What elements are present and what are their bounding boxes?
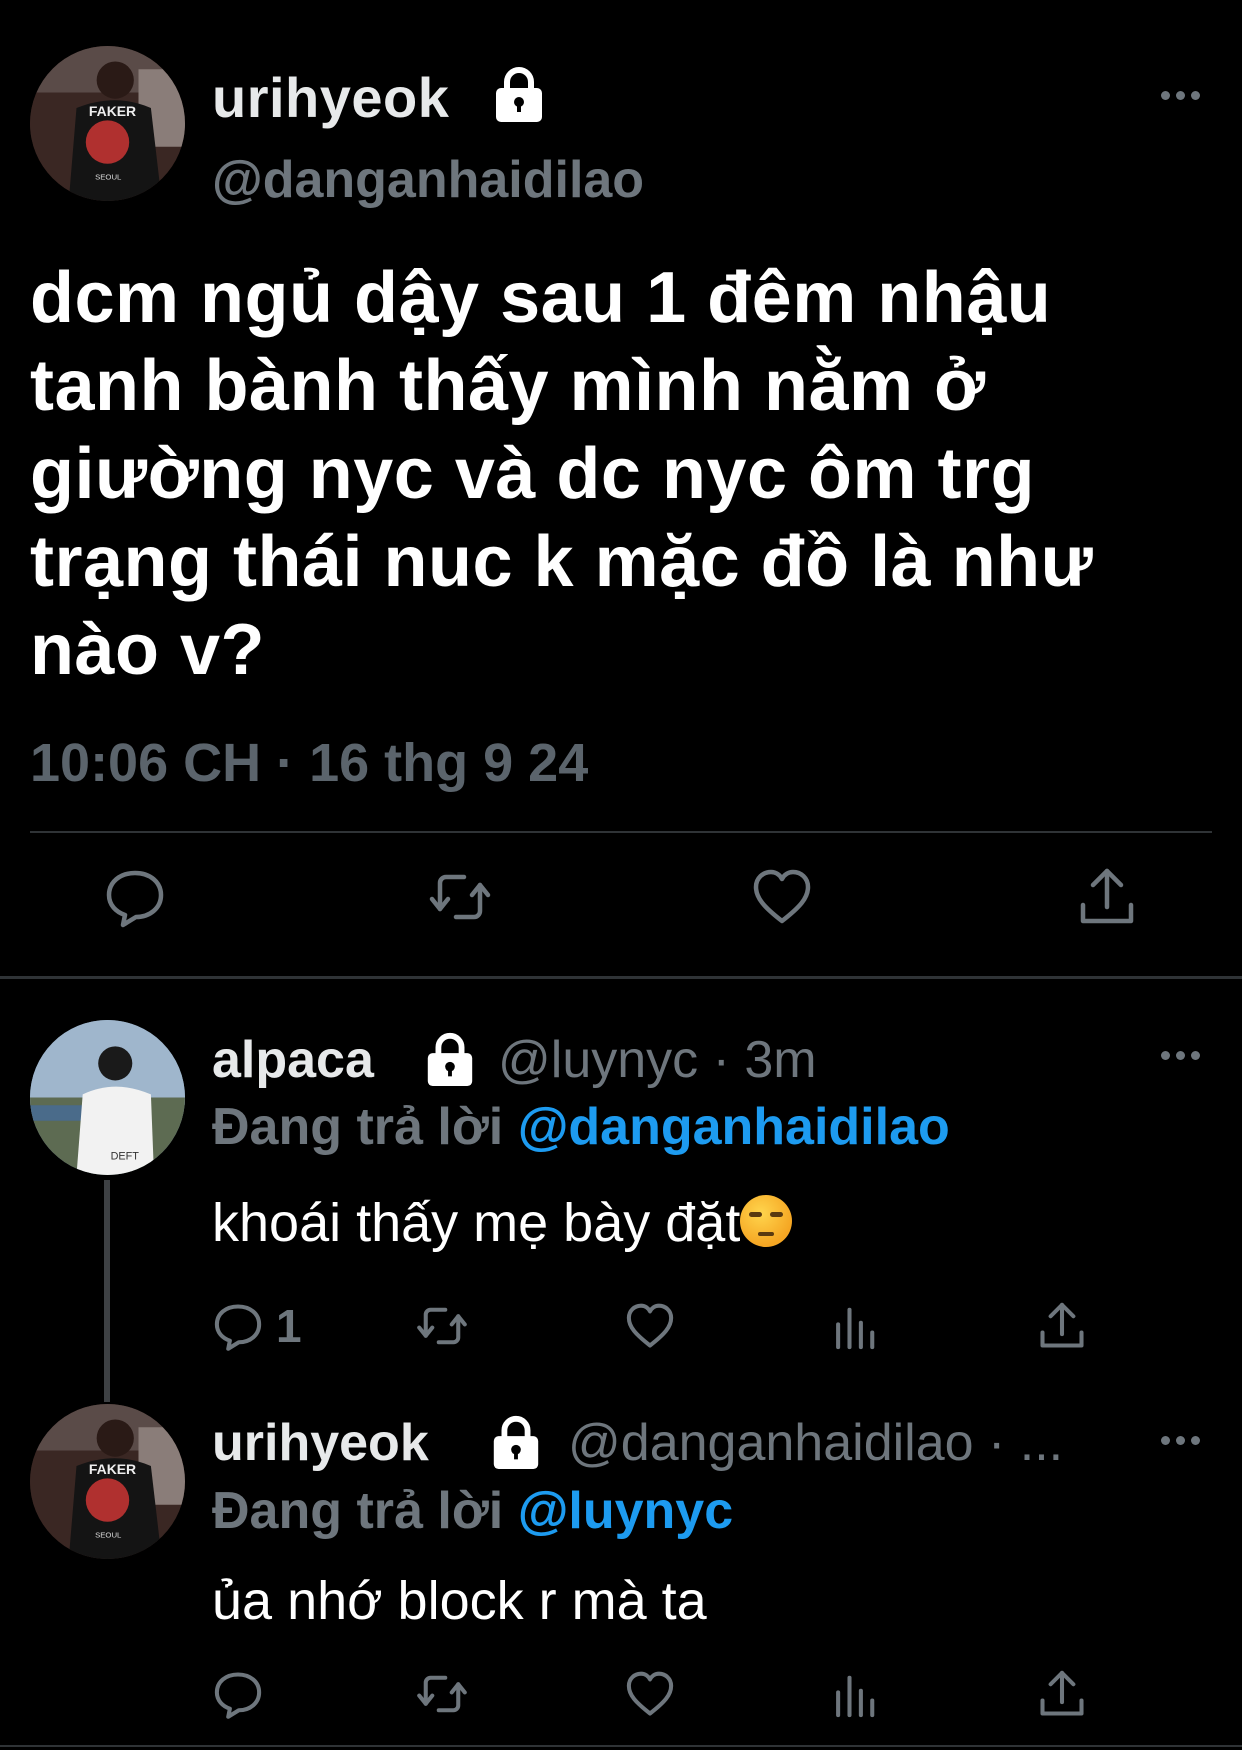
avatar[interactable]: FAKER SEOUL (30, 46, 185, 201)
svg-text:SEOUL: SEOUL (95, 1530, 122, 1539)
share-icon[interactable] (1075, 865, 1139, 929)
mention-link[interactable]: @luynyc (518, 1482, 733, 1540)
svg-text:SEOUL: SEOUL (95, 172, 122, 181)
handle[interactable]: @luynyc · 3m (498, 1025, 817, 1095)
unamused-face-emoji (740, 1195, 793, 1247)
replying-prefix: Đang trả lời (212, 1482, 518, 1540)
section-divider (0, 976, 1242, 979)
svg-text:FAKER: FAKER (89, 1461, 136, 1477)
main-tweet: FAKER SEOUL urihyeok @danganhaidilao dcm… (0, 0, 1242, 980)
mention-link[interactable]: @danganhaidilao (518, 1098, 950, 1156)
analytics-icon[interactable] (830, 1668, 882, 1720)
timestamp[interactable]: 10:06 CH · 16 thg 9 24 (30, 728, 588, 798)
display-name[interactable]: alpaca (212, 1025, 374, 1095)
like-icon[interactable] (750, 865, 814, 929)
display-name[interactable]: urihyeok (212, 58, 449, 138)
avatar[interactable]: DEFT (30, 1020, 185, 1175)
handle[interactable]: @danganhaidilao · ... (568, 1408, 1063, 1478)
svg-text:FAKER: FAKER (89, 103, 136, 119)
like-icon[interactable] (624, 1300, 676, 1352)
reply-icon[interactable] (212, 1668, 264, 1720)
lock-icon (488, 1413, 544, 1471)
like-icon[interactable] (624, 1668, 676, 1720)
reply-icon[interactable] (212, 1300, 264, 1352)
tweet-thread-screen: FAKER SEOUL urihyeok @danganhaidilao dcm… (0, 0, 1242, 1750)
reply-text: ủa nhớ block r mà ta (212, 1571, 707, 1631)
reply-text-line: khoái thấy mẹ bày đặt (212, 1188, 793, 1258)
retweet-icon[interactable] (416, 1300, 468, 1352)
reply-count: 1 (276, 1300, 302, 1352)
display-name[interactable]: urihyeok (212, 1408, 429, 1478)
share-icon[interactable] (1036, 1300, 1088, 1352)
reply-icon[interactable] (103, 865, 167, 929)
divider (30, 831, 1212, 833)
retweet-icon[interactable] (416, 1668, 468, 1720)
replying-to-line: Đang trả lời @luynyc (212, 1476, 733, 1546)
action-bar (0, 865, 1242, 945)
action-bar (0, 1668, 1242, 1728)
more-icon[interactable] (1155, 1040, 1205, 1070)
retweet-icon[interactable] (428, 865, 492, 929)
more-icon[interactable] (1155, 1425, 1205, 1455)
lock-icon (422, 1030, 478, 1088)
handle[interactable]: @danganhaidilao (212, 145, 644, 215)
lock-icon (490, 64, 548, 124)
replying-to-line: Đang trả lời @danganhaidilao (212, 1092, 950, 1162)
replying-prefix: Đang trả lời (212, 1098, 518, 1156)
thread-line (104, 1180, 110, 1402)
svg-text:DEFT: DEFT (111, 1151, 140, 1163)
analytics-icon[interactable] (830, 1300, 882, 1352)
more-icon[interactable] (1155, 80, 1205, 110)
divider (0, 1745, 1242, 1747)
share-icon[interactable] (1036, 1668, 1088, 1720)
avatar[interactable]: FAKER SEOUL (30, 1404, 185, 1559)
tweet-text: dcm ngủ dậy sau 1 đêm nhậu tanh bành thấ… (30, 258, 1094, 690)
reply-text: khoái thấy mẹ bày đặt (212, 1193, 741, 1253)
action-bar: 1 (0, 1300, 1242, 1360)
